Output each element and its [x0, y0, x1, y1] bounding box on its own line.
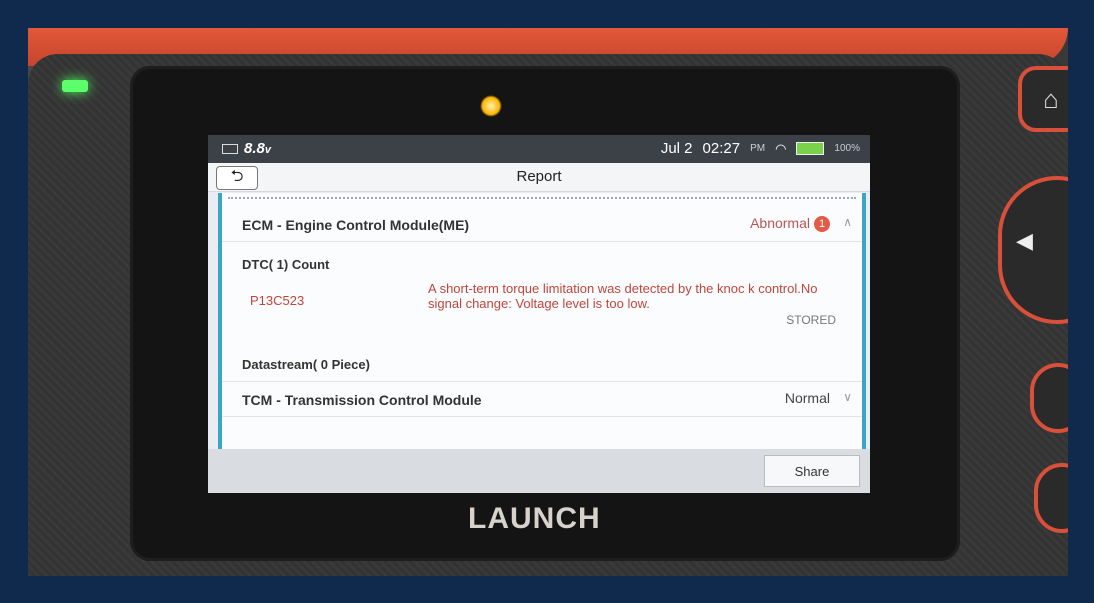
page-title: Report: [516, 168, 562, 185]
module-name: TCM - Transmission Control Module: [242, 392, 482, 408]
footer-bar: Share: [208, 449, 870, 493]
car-battery-icon: [222, 144, 238, 155]
battery-icon: [796, 142, 825, 155]
status-ampm: PM: [750, 143, 766, 154]
divider: [228, 197, 856, 199]
status-date: Jul 2: [660, 140, 693, 157]
home-icon: ⌂: [1043, 83, 1059, 114]
voltage-readout: 8.8v: [222, 140, 271, 157]
camera-light-icon: [480, 95, 502, 117]
dtc-code: P13C523: [250, 293, 305, 308]
report-content: ECM - Engine Control Module(ME) Abnormal…: [218, 193, 866, 449]
status-time: 02:27: [702, 140, 741, 157]
chevron-down-icon[interactable]: ∨: [843, 390, 852, 404]
dtc-badge: 1: [814, 216, 830, 233]
module-row-tcm[interactable]: TCM - Transmission Control Module Normal…: [222, 381, 862, 417]
brand-logo: LAUNCH: [468, 502, 601, 535]
module-row-ecm[interactable]: ECM - Engine Control Module(ME) Abnormal…: [222, 207, 862, 242]
left-arrow-icon: ◀: [1016, 228, 1033, 253]
dtc-state: STORED: [786, 313, 836, 327]
battery-percent: 100%: [834, 143, 860, 154]
status-bar: 8.8v Jul 2 02:27 PM ◠ 100%: [208, 135, 870, 163]
datastream-label: Datastream( 0 Piece): [242, 357, 370, 372]
wifi-icon: ◠: [775, 140, 787, 156]
power-led: [62, 80, 88, 92]
device-screen: 8.8v Jul 2 02:27 PM ◠ 100% ⮌ Report ECM …: [208, 135, 870, 493]
module-name: ECM - Engine Control Module(ME): [242, 217, 470, 233]
device-photo: 8.8v Jul 2 02:27 PM ◠ 100% ⮌ Report ECM …: [28, 28, 1068, 576]
home-button[interactable]: ⌂: [1018, 66, 1068, 132]
dtc-count-label: DTC( 1) Count: [242, 257, 330, 272]
chevron-up-icon[interactable]: ∧: [843, 215, 852, 229]
hardware-button[interactable]: [1030, 363, 1068, 433]
dtc-description: A short-term torque limitation was detec…: [428, 281, 818, 311]
module-status: Abnormal 1: [750, 215, 830, 233]
title-bar: ⮌ Report: [208, 163, 870, 192]
module-status: Normal: [784, 390, 830, 406]
share-button[interactable]: Share: [764, 455, 860, 487]
